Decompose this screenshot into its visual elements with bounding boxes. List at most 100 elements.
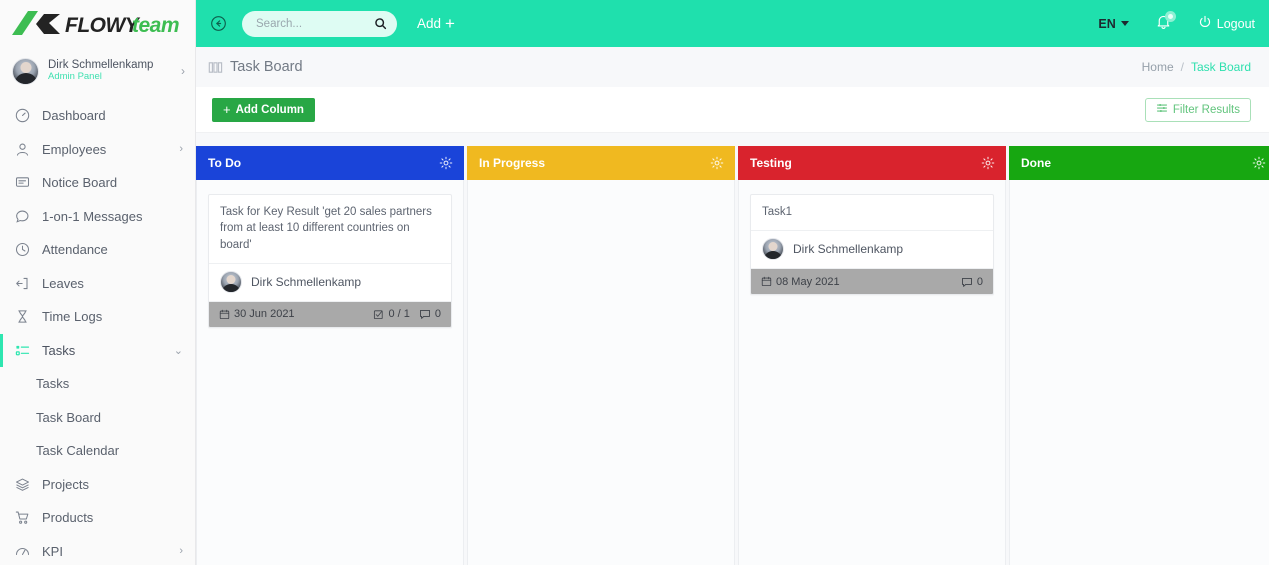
sidebar-item-label: Time Logs — [42, 309, 171, 324]
add-button[interactable]: Add + — [417, 15, 455, 32]
task-card[interactable]: Task for Key Result 'get 20 sales partne… — [208, 194, 452, 328]
chat-bubble-icon — [14, 208, 30, 224]
gear-icon[interactable] — [1252, 156, 1266, 170]
filter-results-button[interactable]: Filter Results — [1145, 98, 1251, 122]
logout-label: Logout — [1217, 17, 1255, 31]
sidebar-user-card[interactable]: Dirk Schmellenkamp Admin Panel › — [0, 47, 195, 95]
sidebar-item-projects[interactable]: Projects — [0, 468, 195, 502]
svg-text:team: team — [132, 14, 179, 37]
sidebar-item-arrow: › — [179, 545, 183, 557]
sidebar-subitem-task-board[interactable]: Task Board — [0, 401, 195, 435]
clock-icon — [14, 242, 30, 258]
sidebar-item-label: Leaves — [42, 276, 171, 291]
column-header: Done — [1009, 146, 1269, 180]
task-card-due-date: 08 May 2021 — [761, 276, 840, 288]
tasks-list-icon — [14, 342, 30, 358]
gear-icon[interactable] — [710, 156, 724, 170]
leaves-exit-icon — [14, 275, 30, 291]
page-header: Task Board Home / Task Board — [196, 47, 1269, 87]
sidebar-item-dashboard[interactable]: Dashboard — [0, 99, 195, 133]
top-bar: Add + EN — [196, 0, 1269, 47]
layers-icon — [14, 476, 30, 492]
sidebar-subitem-tasks[interactable]: Tasks — [0, 367, 195, 401]
sidebar-item-attendance[interactable]: Attendance — [0, 233, 195, 267]
hourglass-icon — [14, 309, 30, 325]
gear-icon[interactable] — [981, 156, 995, 170]
notifications-button[interactable] — [1155, 13, 1172, 35]
notification-badge — [1165, 11, 1176, 22]
task-card-comments-count: 0 — [977, 276, 983, 288]
board-toolbar: + Add Column Filter Results — [196, 87, 1269, 133]
task-card-checklist: 0 / 1 — [373, 308, 409, 320]
kpi-icon — [14, 543, 30, 559]
chevron-down-icon — [1121, 21, 1129, 26]
sidebar-item-1-on-1-messages[interactable]: 1-on-1 Messages — [0, 200, 195, 234]
language-selector-value: EN — [1098, 17, 1115, 31]
sidebar-user-role: Admin Panel — [48, 72, 172, 83]
notice-board-icon — [14, 175, 30, 191]
search-box[interactable] — [242, 11, 397, 37]
sidebar-subitem-task-calendar[interactable]: Task Calendar — [0, 434, 195, 468]
task-card-title: Task1 — [751, 195, 993, 231]
sidebar-item-label: Attendance — [42, 242, 171, 257]
task-card-meta: 0 / 1 0 — [373, 308, 441, 320]
column-body[interactable]: Task1 Dirk Schmellenkamp — [738, 180, 1006, 565]
sidebar-item-time-logs[interactable]: Time Logs — [0, 300, 195, 334]
logout-button[interactable]: Logout — [1198, 15, 1255, 32]
task-card-due-date-text: 30 Jun 2021 — [234, 308, 295, 320]
column-header: In Progress — [467, 146, 735, 180]
board-column-done: Done — [1009, 146, 1269, 565]
language-selector[interactable]: EN — [1098, 17, 1128, 31]
sidebar-item-tasks[interactable]: Tasks ⌄ — [0, 334, 195, 368]
column-title: To Do — [208, 156, 439, 170]
page-header-left: Task Board — [208, 59, 303, 75]
sidebar-item-kpi[interactable]: KPI › — [0, 535, 195, 565]
search-icon[interactable] — [374, 17, 387, 30]
task-card-due-date-text: 08 May 2021 — [776, 276, 840, 288]
plus-icon: + — [223, 102, 231, 117]
column-title: Done — [1021, 156, 1252, 170]
add-column-button[interactable]: + Add Column — [212, 98, 315, 122]
plus-icon: + — [445, 15, 455, 32]
task-card[interactable]: Task1 Dirk Schmellenkamp — [750, 194, 994, 295]
gear-icon[interactable] — [439, 156, 453, 170]
main-area: Add + EN — [196, 0, 1269, 565]
breadcrumb: Home / Task Board — [1142, 60, 1251, 74]
sidebar-item-notice-board[interactable]: Notice Board — [0, 166, 195, 200]
add-column-label: Add Column — [236, 104, 304, 116]
sidebar-item-arrow: › — [179, 143, 183, 155]
breadcrumb-home[interactable]: Home — [1142, 60, 1174, 74]
column-title: In Progress — [479, 156, 710, 170]
power-icon — [1198, 15, 1212, 32]
sidebar: FLOWY team Dirk Schmellenkamp Admin Pane… — [0, 0, 196, 565]
task-card-comments: 0 — [961, 276, 983, 288]
sidebar-nav: Dashboard Employees › Notice Bo — [0, 95, 195, 565]
search-input[interactable] — [256, 18, 368, 30]
filter-results-label: Filter Results — [1173, 104, 1240, 116]
add-button-label: Add — [417, 16, 441, 31]
comment-icon — [961, 276, 973, 288]
sidebar-item-employees[interactable]: Employees › — [0, 133, 195, 167]
sidebar-item-label: Projects — [42, 477, 171, 492]
task-card-assignee: Dirk Schmellenkamp — [209, 264, 451, 302]
calendar-icon — [219, 309, 230, 320]
sidebar-item-label: Employees — [42, 142, 167, 157]
collapse-sidebar-icon[interactable] — [208, 14, 228, 34]
task-card-meta: 0 — [961, 276, 983, 288]
board-column-to-do: To Do Task for Key Result 'get 20 sales … — [196, 146, 464, 565]
column-body[interactable] — [467, 180, 735, 565]
calendar-icon — [761, 276, 772, 287]
task-board: To Do Task for Key Result 'get 20 sales … — [196, 133, 1269, 565]
column-body[interactable] — [1009, 180, 1269, 565]
avatar — [220, 271, 242, 293]
sidebar-item-products[interactable]: Products — [0, 501, 195, 535]
checkbox-icon — [373, 309, 384, 320]
board-column-testing: Testing Task1 Dirk Schmellenkamp — [738, 146, 1006, 565]
breadcrumb-current: Task Board — [1191, 60, 1251, 74]
sidebar-item-leaves[interactable]: Leaves — [0, 267, 195, 301]
brand-logo[interactable]: FLOWY team — [0, 0, 195, 47]
task-card-assignee-name: Dirk Schmellenkamp — [251, 275, 361, 289]
task-card-footer: 08 May 2021 0 — [751, 269, 993, 294]
comment-icon — [419, 308, 431, 320]
column-body[interactable]: Task for Key Result 'get 20 sales partne… — [196, 180, 464, 565]
